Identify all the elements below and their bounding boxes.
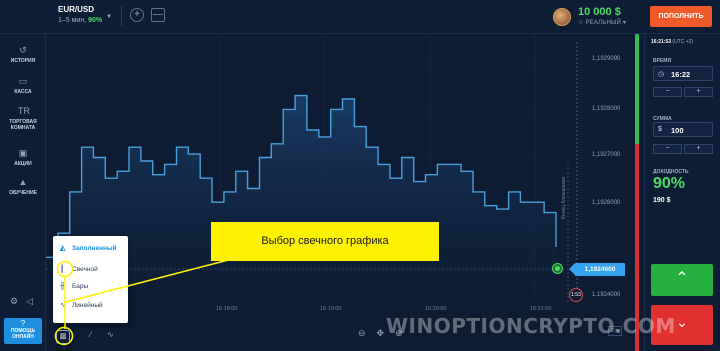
up-sentiment-bar <box>635 34 639 144</box>
watermark: WINOPTIONCRYPTO.COM <box>386 314 676 338</box>
time-label: ВРЕМЯ <box>653 58 672 64</box>
trade-panel: 16:21:53 (UTC +2) ВРЕМЯ ◷ 16:22 − + СУММ… <box>644 34 720 351</box>
server-time: 16:21:53 (UTC +2) <box>651 39 694 45</box>
currency-symbol: $ <box>658 126 662 133</box>
annotation-pointer <box>54 257 237 346</box>
amount-plus-button[interactable]: + <box>684 144 713 154</box>
annotation-text: Выбор свечного графика <box>261 235 389 247</box>
expiry-time-field[interactable]: ◷ 16:22 <box>653 66 713 81</box>
arrow-up-icon: ⌃ <box>675 270 689 287</box>
time-minus-button[interactable]: − <box>653 87 682 97</box>
time-stepper: − + <box>653 87 713 97</box>
yield-amount: 190 $ <box>653 197 671 204</box>
buy-up-button[interactable]: ⌃ <box>651 264 713 296</box>
amount-field[interactable]: $ 100 <box>653 122 713 137</box>
amount-minus-button[interactable]: − <box>653 144 682 154</box>
annotation-box: Выбор свечного графика <box>211 222 439 261</box>
time-plus-button[interactable]: + <box>684 87 713 97</box>
clock-icon: ◷ <box>658 71 665 78</box>
arrow-down-icon: ⌄ <box>676 314 688 330</box>
amount-stepper: − + <box>653 144 713 154</box>
yield-percent: 90% <box>653 175 686 192</box>
